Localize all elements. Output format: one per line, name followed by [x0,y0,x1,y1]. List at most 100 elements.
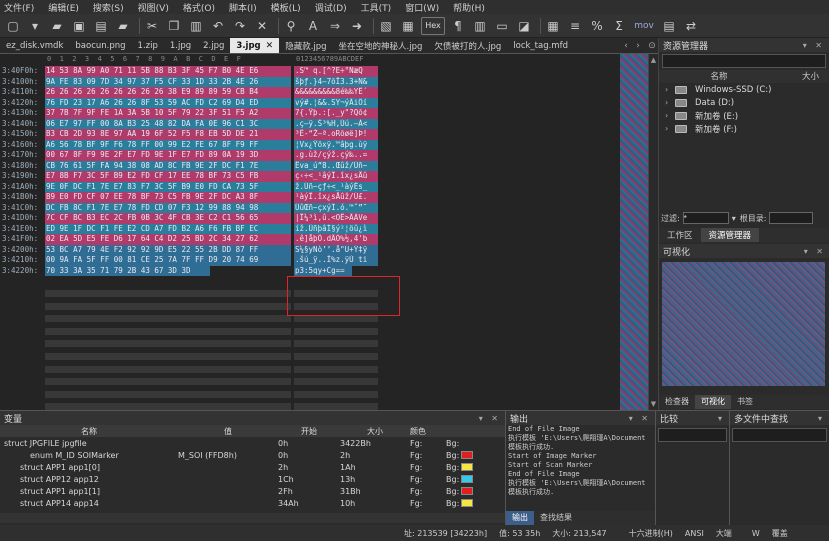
variables-column-header[interactable]: 大小 [340,426,410,437]
hex-bytes[interactable]: 70 33 3A 35 71 79 2B 43 67 3D 3D [45,265,210,276]
file-icon[interactable]: ▢ [4,17,22,35]
binary-icon[interactable]: ▤ [660,17,678,35]
scroll-up-icon[interactable]: ▲ [649,56,658,64]
hex-row[interactable]: 3:4130h: 37 7B 7F 9F FE 1A 3A 5B 10 5F 79… [0,108,620,119]
save-icon[interactable]: ▣ [70,17,88,35]
output-log[interactable]: End of File Image 执行模板 'E:\Users\爬翔瑾A\Do… [508,425,646,511]
hex-bytes[interactable]: 76 FD 23 17 A6 26 26 8F 53 59 AC FD C2 6… [45,97,291,108]
file-tab[interactable]: ez_disk.vmdk [0,38,69,53]
text-bytes[interactable]: ÜûŒñ~çxýÍ.ó.™ˆ”˜ [294,202,378,213]
hex-row[interactable]: 3:4140h: 06 E7 97 FF 00 8A B3 25 48 82 DA… [0,118,620,129]
chevron-right-icon[interactable]: › [665,111,675,120]
hex-bytes[interactable]: ED 9E 1F DC F1 FE E2 CD A7 FD B2 A6 F6 F… [45,223,291,234]
hex-bytes[interactable]: 06 E7 97 FF 00 8A B3 25 48 82 DA FA 0E 9… [45,118,291,129]
menu-item[interactable]: 格式(O) [183,1,215,14]
drive-item[interactable]: › Windows-SSD (C:) [659,83,829,96]
variables-column-header[interactable]: 值 [178,426,278,437]
text-bytes[interactable]: .šú_ÿ..Î%z.ÿÙ ti [294,255,378,266]
scroll-down-icon[interactable]: ▼ [649,400,658,408]
text-bytes[interactable]: .ç—ÿ.Š³%H‚Úú.–Á< [294,118,378,129]
hex-row[interactable]: 3:4200h: 53 BC A7 79 4E F2 92 92 9D E5 22… [0,244,620,255]
hex-bytes[interactable]: B3 CB 2D 93 8E 97 AA 19 6F 52 F5 F8 EB 5… [45,129,291,140]
hex-row[interactable]: 3:4120h: 76 FD 23 17 A6 26 26 8F 53 59 AC… [0,97,620,108]
status-endian[interactable]: 大端 [716,528,732,539]
hex-bytes[interactable]: 26 26 26 26 26 26 26 26 26 38 E9 89 89 5… [45,87,291,98]
find-input[interactable] [732,428,827,442]
search-icon[interactable]: ⚲ [282,17,300,35]
hex-mode-button[interactable]: Hex [421,16,445,35]
menu-item[interactable]: 窗口(W) [405,1,439,14]
editor-scrollbar[interactable]: ▲ ▼ [648,54,658,410]
columns-icon[interactable]: ▥ [471,17,489,35]
hex-row[interactable]: 3:41D0h: 7C CF BC B3 EC 2C FB 0B 3C 4F CB… [0,213,620,224]
chevron-right-icon[interactable]: › [665,124,675,133]
menu-item[interactable]: 工具(T) [361,1,392,14]
panel-controls-icon[interactable]: ▾ [718,414,725,423]
text-bytes[interactable]: ž.Üñ~çƒ÷<_¹àýÊs_ [294,181,378,192]
color-swatch[interactable] [461,451,474,459]
variable-row[interactable]: struct APP1 app1[0] 2h 1Ah Fg: Bg: [0,461,505,473]
color-swatch[interactable] [461,499,474,507]
panel-controls-icon[interactable]: ▾ ✕ [804,247,826,256]
hex-row[interactable]: 3:4110h: 26 26 26 26 26 26 26 26 26 38 E9… [0,87,620,98]
script-icon[interactable]: ▦ [399,17,417,35]
hex-bytes[interactable]: DC FB 8C F1 7E E7 78 FD CD 07 F3 12 99 8… [45,202,291,213]
file-tab[interactable]: 1.jpg [164,38,197,53]
hex-bytes[interactable]: 9A FE 83 09 7D 34 97 37 F5 CF 33 1D 33 2… [45,76,291,87]
mov-button[interactable]: mov [632,17,656,35]
hex-bytes[interactable]: 00 9A FA 5F FF 00 81 CE 25 7A 7F FF D9 2… [45,255,291,266]
text-bytes[interactable]: p3:5qy+Cg== [294,265,352,276]
menu-item[interactable]: 调试(D) [315,1,347,14]
visual-tab[interactable]: 书签 [731,395,759,409]
cut-icon[interactable]: ✂ [143,17,161,35]
status-mode[interactable]: W [752,529,760,538]
hex-row[interactable]: 3:4150h: B3 CB 2D 93 8E 97 AA 19 6F 52 F5… [0,129,620,140]
chevron-left-icon[interactable]: ‹ [624,41,628,51]
percent-icon[interactable]: % [588,17,606,35]
file-tab[interactable]: lock_tag.mfd [507,38,574,53]
menu-item[interactable]: 搜索(S) [93,1,124,14]
status-encoding[interactable]: ANSI [685,529,704,538]
hex-bytes[interactable]: A6 56 78 BF 9F F6 78 FF 00 99 E2 FE 67 8… [45,139,291,150]
text-bytes[interactable]: .g.ùž/çýž.çý‰..= [294,150,378,161]
text-bytes[interactable]: íž.ÜñþâÍ§ý²¦öû¿ì [294,223,378,234]
calculator-icon[interactable]: ▦ [544,17,562,35]
pilcrow-icon[interactable]: ¶ [449,17,467,35]
menu-item[interactable]: 帮助(H) [453,1,485,14]
output-tab[interactable]: 查找结果 [534,511,578,525]
chevron-right-icon[interactable]: › [665,98,675,107]
menu-item[interactable]: 模板(L) [271,1,301,14]
visual-tab[interactable]: 可视化 [695,395,731,409]
hex-row[interactable]: 3:4210h: 00 9A FA 5F FF 00 81 CE 25 7A 7F… [0,255,620,266]
goto-icon[interactable]: ➜ [348,17,366,35]
color-swatch[interactable] [461,475,474,483]
panel-controls-icon[interactable]: ▾ ✕ [479,414,501,423]
text-bytes[interactable]: 7{.Ÿþ.:[._y"?Qõ¢ [294,108,378,119]
folder-icon[interactable]: ▰ [114,17,132,35]
file-tab[interactable]: 隐藏款.jpg [279,38,332,53]
file-tab[interactable]: 1.zip [132,38,164,53]
hex-row[interactable]: 3:4180h: CB 76 61 5F FA 94 38 08 AD 8C FB… [0,160,620,171]
hex-row[interactable]: 3:41B0h: B9 E0 FD CF 07 EE 78 BF 73 C5 FB… [0,192,620,203]
find-next-icon[interactable]: ⇒ [326,17,344,35]
text-bytes[interactable]: Ëva_ú”8..Œûž/Üñ~ [294,160,378,171]
text-bytes[interactable]: |Ï¼³ì,û.<OË>ÂÁVe [294,213,378,224]
copy-icon[interactable]: ❐ [165,17,183,35]
text-bytes[interactable]: &&&&&&&&&8é‰‰YË´ [294,87,378,98]
chevron-right-icon[interactable]: › [636,41,640,51]
hex-editor[interactable]: 0 1 2 3 4 5 6 7 8 9 A B C D E F 01234567… [0,54,620,410]
column-size[interactable]: 大小 [779,70,819,83]
variables-column-header[interactable]: 名称 [0,426,178,437]
text-bytes[interactable]: S¼§yNò’’.å"U+Ý‡ÿ [294,244,378,255]
menu-item[interactable]: 文件(F) [4,1,34,14]
color-swatch[interactable] [461,463,474,471]
variable-row[interactable]: struct APP12 app12 1Ch 13h Fg: Bg: [0,473,505,485]
menu-item[interactable]: 脚本(I) [229,1,257,14]
chevron-right-icon[interactable]: › [665,85,675,94]
file-minimap[interactable] [620,54,648,410]
close-tab-icon[interactable]: ✕ [266,41,274,51]
variable-row[interactable]: struct JPGFILE jpgfile 0h 3422Bh Fg: Bg: [0,437,505,449]
file-tab[interactable]: 欠债被打的人.jpg [428,38,507,53]
drive-item[interactable]: › Data (D:) [659,96,829,109]
menu-item[interactable]: 视图(V) [138,1,169,14]
